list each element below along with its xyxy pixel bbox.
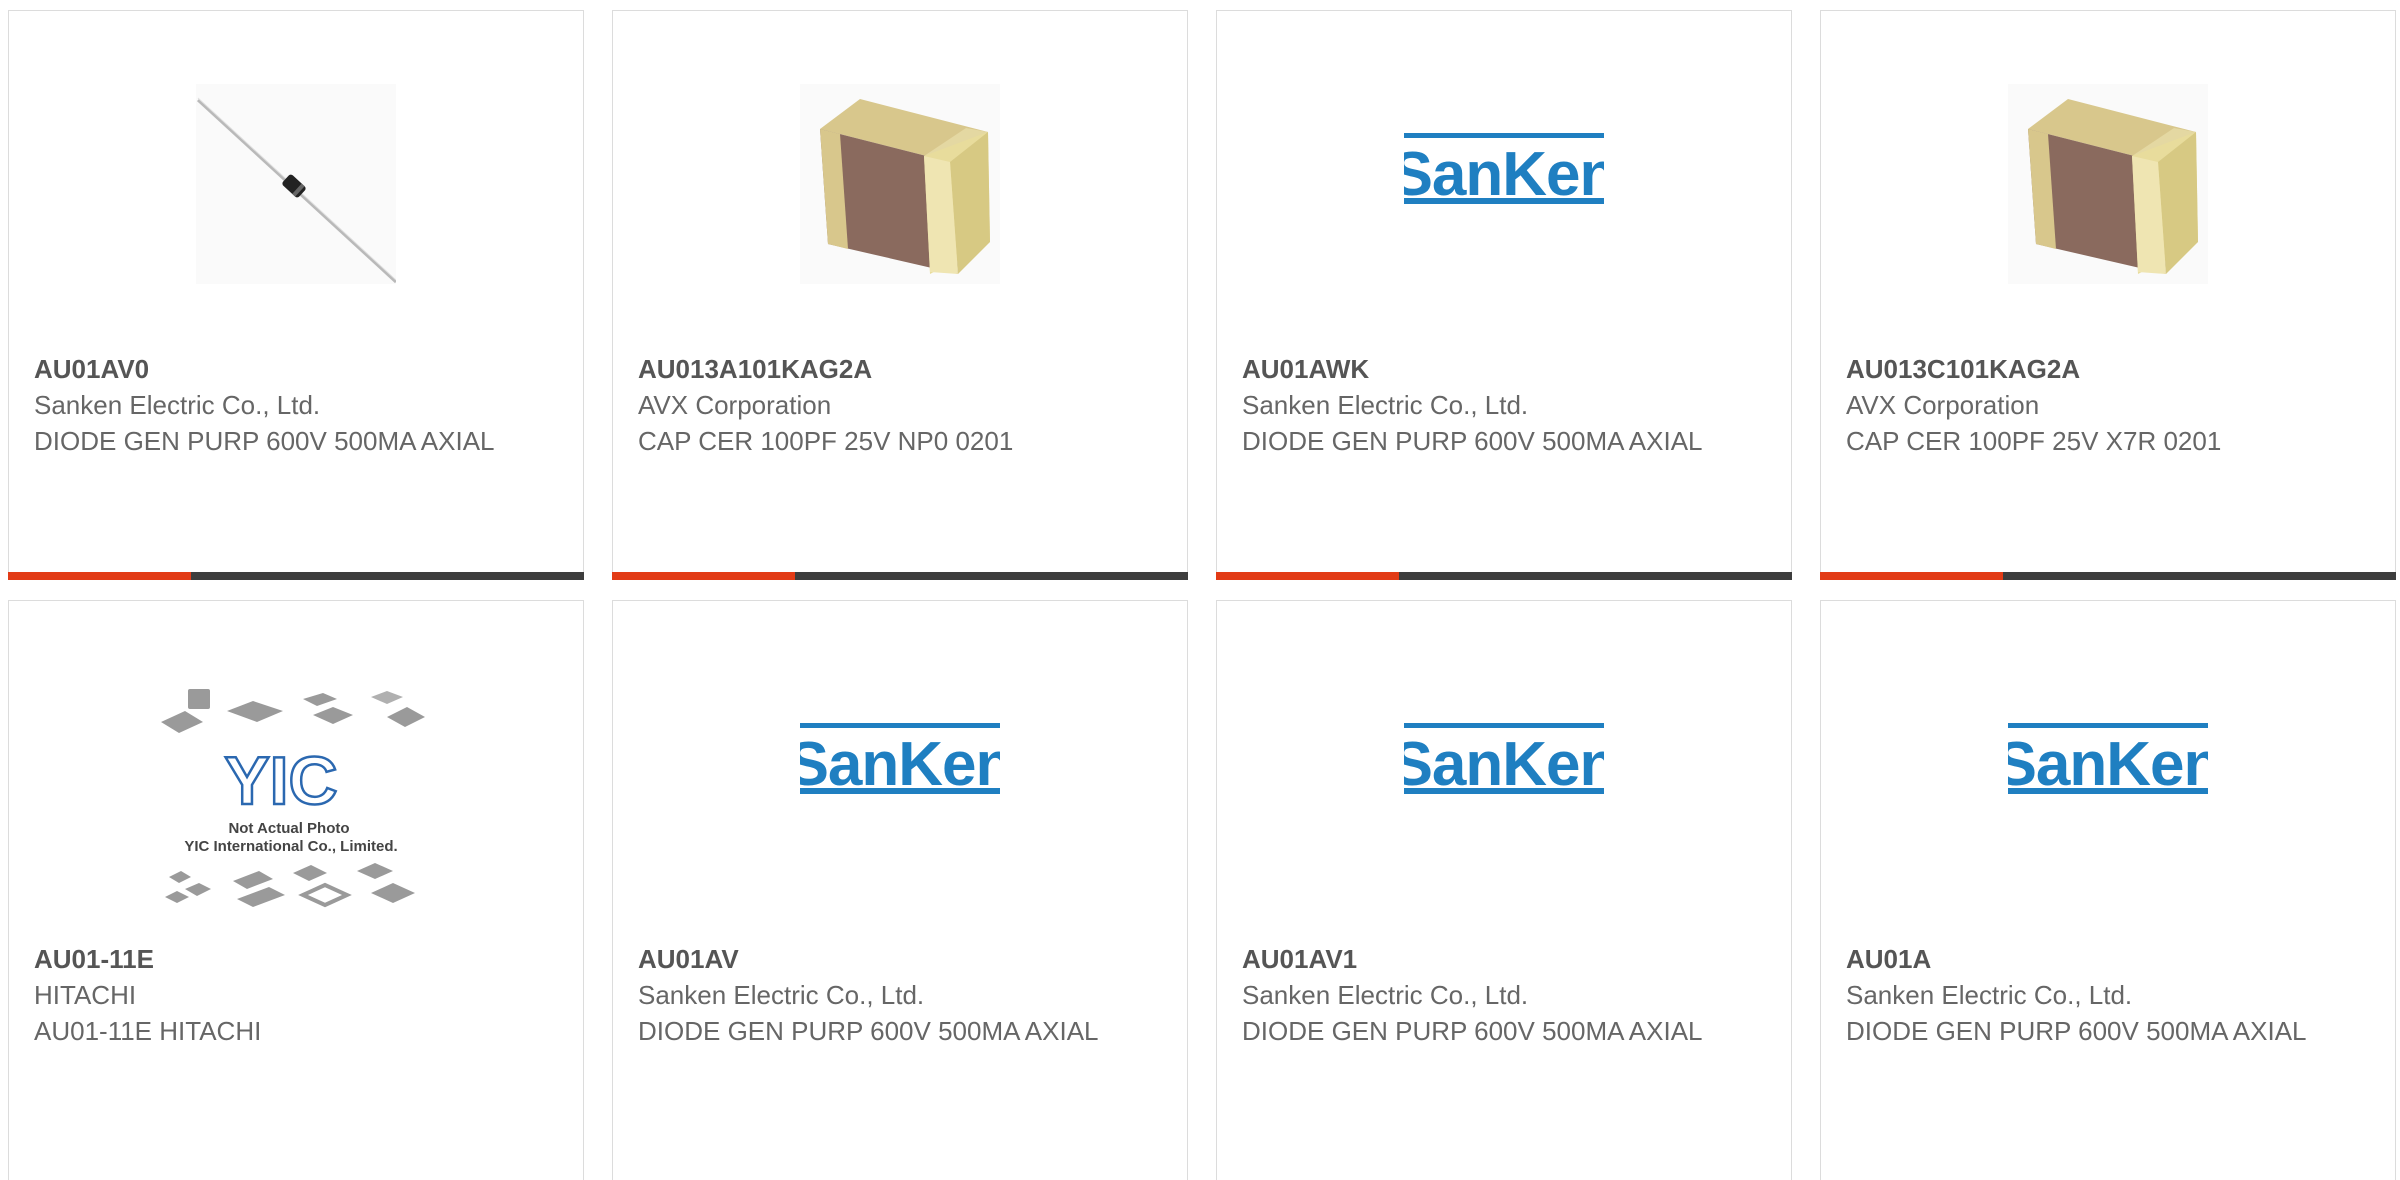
ceramic-capacitor-icon xyxy=(2008,84,2208,284)
product-card[interactable]: SanKen AU01AWK Sanken Electric Co., Ltd.… xyxy=(1216,10,1792,580)
card-footer-bar xyxy=(1216,572,1792,580)
card-footer-accent xyxy=(612,572,795,580)
sanken-logo: SanKen xyxy=(1404,133,1604,209)
sanken-logo: SanKen xyxy=(800,723,1000,799)
description: CAP CER 100PF 25V NP0 0201 xyxy=(638,426,1014,456)
part-number[interactable]: AU013C101KAG2A xyxy=(1846,351,2375,387)
description: AU01-11E HITACHI xyxy=(34,1016,262,1046)
part-number[interactable]: AU01AWK xyxy=(1242,351,1771,387)
description: DIODE GEN PURP 600V 500MA AXIAL xyxy=(1846,1016,2307,1046)
product-image[interactable]: SanKen xyxy=(1217,669,1791,879)
sanken-logo: SanKen xyxy=(2008,723,2208,799)
manufacturer: Sanken Electric Co., Ltd. xyxy=(1846,980,2133,1010)
sanken-logo: SanKen xyxy=(1404,723,1604,799)
placeholder-caption-2: YIC International Co., Limited. xyxy=(184,838,397,855)
product-card[interactable]: SanKen AU01AV1 Sanken Electric Co., Ltd.… xyxy=(1216,600,1792,1180)
description: DIODE GEN PURP 600V 500MA AXIAL xyxy=(1242,1016,1703,1046)
product-image[interactable] xyxy=(613,79,1187,289)
product-card[interactable]: AU013C101KAG2A AVX Corporation CAP CER 1… xyxy=(1820,10,2396,580)
product-image[interactable]: SanKen xyxy=(613,669,1187,879)
manufacturer: AVX Corporation xyxy=(1846,390,2040,420)
product-image[interactable]: SanKen xyxy=(1217,79,1791,289)
description: DIODE GEN PURP 600V 500MA AXIAL xyxy=(1242,426,1703,456)
yic-placeholder-image: YIC Not Actual Photo YIC International C… xyxy=(161,689,425,908)
product-card[interactable]: SanKen AU01AV Sanken Electric Co., Ltd. … xyxy=(612,600,1188,1180)
product-card[interactable]: AU01AV0 Sanken Electric Co., Ltd. DIODE … xyxy=(8,10,584,580)
product-card[interactable]: AU013A101KAG2A AVX Corporation CAP CER 1… xyxy=(612,10,1188,580)
manufacturer: Sanken Electric Co., Ltd. xyxy=(638,980,925,1010)
yic-logo: YIC xyxy=(224,743,337,819)
diode-axial-icon xyxy=(196,84,396,284)
part-number[interactable]: AU01-11E xyxy=(34,941,563,977)
product-card[interactable]: SanKen AU01A Sanken Electric Co., Ltd. D… xyxy=(1820,600,2396,1180)
manufacturer: AVX Corporation xyxy=(638,390,832,420)
card-footer-bar xyxy=(1820,572,2396,580)
card-footer-bar xyxy=(8,572,584,580)
card-footer-accent xyxy=(1216,572,1399,580)
manufacturer: Sanken Electric Co., Ltd. xyxy=(1242,980,1529,1010)
part-number[interactable]: AU01A xyxy=(1846,941,2375,977)
product-image[interactable] xyxy=(9,79,583,289)
card-footer-accent xyxy=(1820,572,2003,580)
part-number[interactable]: AU01AV0 xyxy=(34,351,563,387)
card-footer-accent xyxy=(8,572,191,580)
product-card[interactable]: YIC Not Actual Photo YIC International C… xyxy=(8,600,584,1180)
part-number[interactable]: AU013A101KAG2A xyxy=(638,351,1167,387)
card-footer-bar xyxy=(612,572,1188,580)
part-number[interactable]: AU01AV1 xyxy=(1242,941,1771,977)
manufacturer: Sanken Electric Co., Ltd. xyxy=(34,390,321,420)
description: DIODE GEN PURP 600V 500MA AXIAL xyxy=(34,426,495,456)
part-number[interactable]: AU01AV xyxy=(638,941,1167,977)
description: DIODE GEN PURP 600V 500MA AXIAL xyxy=(638,1016,1099,1046)
manufacturer: Sanken Electric Co., Ltd. xyxy=(1242,390,1529,420)
ceramic-capacitor-icon xyxy=(800,84,1000,284)
description: CAP CER 100PF 25V X7R 0201 xyxy=(1846,426,2222,456)
product-image[interactable]: YIC Not Actual Photo YIC International C… xyxy=(9,689,583,929)
product-image[interactable]: SanKen xyxy=(1821,669,2395,879)
manufacturer: HITACHI xyxy=(34,980,137,1010)
product-image[interactable] xyxy=(1821,79,2395,289)
placeholder-caption-1: Not Actual Photo xyxy=(228,820,349,837)
